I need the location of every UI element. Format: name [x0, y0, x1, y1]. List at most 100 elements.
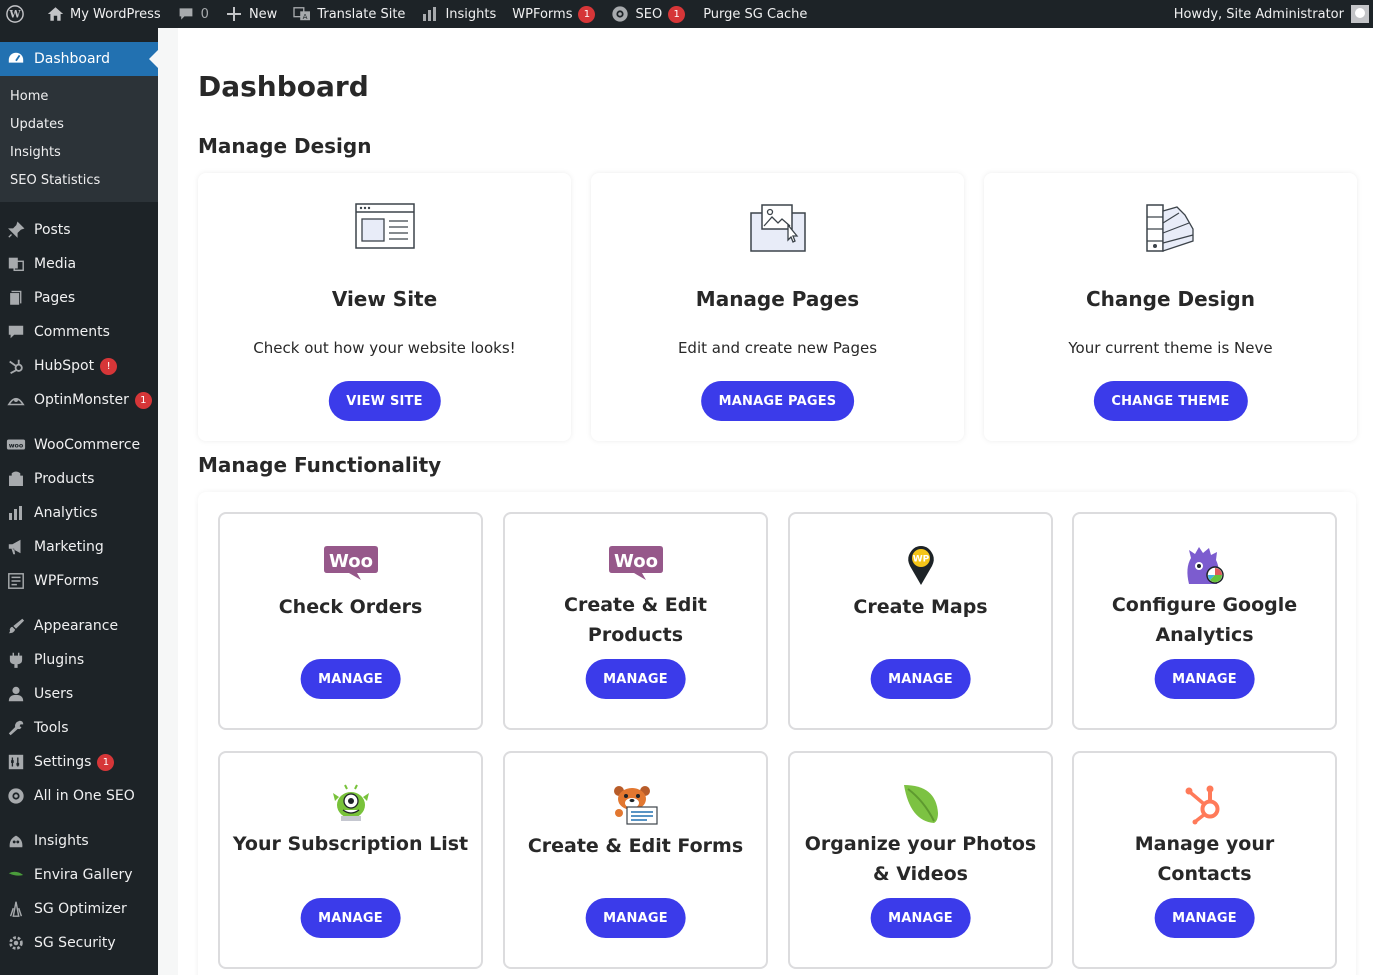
menu-hubspot[interactable]: HubSpot !	[0, 349, 158, 383]
leaf-icon	[6, 865, 26, 885]
optinmonster-mascot-icon	[327, 783, 375, 827]
new-content-menu[interactable]: New	[217, 0, 285, 28]
subscription-list-card: Your Subscription List MANAGE	[218, 751, 483, 969]
menu-plugins-label: Plugins	[34, 652, 85, 668]
comments-menu[interactable]: 0	[169, 0, 217, 28]
menu-woocommerce[interactable]: woo WooCommerce	[0, 428, 158, 462]
organize-photos-videos-title: Organize your Photos & Videos	[804, 833, 1037, 885]
menu-pages[interactable]: Pages	[0, 281, 158, 315]
menu-posts[interactable]: Posts	[0, 213, 158, 247]
menu-pages-label: Pages	[34, 290, 76, 306]
menu-insights[interactable]: Insights	[0, 824, 158, 858]
create-edit-products-manage-button[interactable]: MANAGE	[585, 659, 686, 699]
menu-users[interactable]: Users	[0, 677, 158, 711]
user-icon	[6, 684, 26, 704]
site-name: My WordPress	[70, 6, 161, 22]
menu-sg-security[interactable]: SG Security	[0, 926, 158, 960]
envira-leaf-icon	[900, 783, 942, 829]
dashboard-gauge-icon	[6, 49, 26, 69]
menu-plugins[interactable]: Plugins	[0, 643, 158, 677]
create-edit-products-card: Woo Create & Edit Products MANAGE	[503, 512, 768, 730]
submenu-seo-statistics[interactable]: SEO Statistics	[0, 166, 158, 194]
my-account-menu[interactable]: Howdy, Site Administrator	[1174, 5, 1373, 23]
menu-media[interactable]: Media	[0, 247, 158, 281]
menu-users-label: Users	[34, 686, 74, 702]
svg-text:Woo: Woo	[329, 551, 373, 572]
svg-text:W: W	[8, 10, 21, 21]
menu-wpforms[interactable]: WPForms	[0, 564, 158, 598]
manage-pages-desc: Edit and create new Pages	[677, 339, 878, 357]
wp-logo-menu[interactable]: W	[0, 0, 38, 28]
organize-photos-videos-card: Organize your Photos & Videos MANAGE	[788, 751, 1053, 969]
form-icon	[6, 571, 26, 591]
admin-sidebar: Dashboard Home Updates Insights SEO Stat…	[0, 28, 158, 975]
submenu-home[interactable]: Home	[0, 82, 158, 110]
purge-cache-menu[interactable]: Purge SG Cache	[693, 0, 815, 28]
manage-functionality-heading: Manage Functionality	[198, 453, 442, 477]
menu-comments[interactable]: Comments	[0, 315, 158, 349]
monster-insights-icon	[1183, 544, 1227, 590]
dashboard-submenu: Home Updates Insights SEO Statistics	[0, 76, 158, 202]
wpforms-bear-icon	[609, 783, 663, 829]
woo-logo-icon: Woo	[323, 544, 379, 586]
new-label: New	[248, 6, 278, 22]
translate-site-menu[interactable]: A Translate Site	[285, 0, 413, 28]
howdy-text: Howdy, Site Administrator	[1173, 6, 1344, 22]
menu-sg-optimizer[interactable]: SG Optimizer	[0, 892, 158, 926]
manage-contacts-title: Manage your Contacts	[1134, 833, 1275, 885]
manage-pages-button[interactable]: MANAGE PAGES	[700, 381, 855, 421]
translate-icon: A	[293, 5, 311, 23]
check-orders-manage-button[interactable]: MANAGE	[300, 659, 401, 699]
svg-text:WP: WP	[912, 555, 929, 565]
megaphone-icon	[6, 537, 26, 557]
submenu-updates[interactable]: Updates	[0, 110, 158, 138]
map-pin-icon: WP	[905, 544, 937, 590]
wordpress-logo-icon: W	[6, 5, 24, 23]
menu-products[interactable]: Products	[0, 462, 158, 496]
seo-menu[interactable]: SEO 1	[603, 0, 693, 28]
menu-analytics[interactable]: Analytics	[0, 496, 158, 530]
menu-tools[interactable]: Tools	[0, 711, 158, 745]
woo-logo-icon: Woo	[608, 544, 664, 586]
menu-dashboard[interactable]: Dashboard	[0, 42, 158, 76]
site-name-menu[interactable]: My WordPress	[38, 0, 169, 28]
menu-comments-label: Comments	[34, 324, 110, 340]
plug-icon	[6, 650, 26, 670]
menu-appearance[interactable]: Appearance	[0, 609, 158, 643]
sg-security-icon	[6, 933, 26, 953]
page-title: Dashboard	[198, 70, 369, 103]
change-theme-button[interactable]: CHANGE THEME	[1093, 381, 1248, 421]
menu-settings[interactable]: Settings 1	[0, 745, 158, 779]
create-maps-manage-button[interactable]: MANAGE	[870, 659, 971, 699]
menu-optinmonster[interactable]: OptinMonster 1	[0, 383, 158, 417]
bar-chart-icon	[421, 5, 439, 23]
subscription-list-title: Your Subscription List	[232, 833, 469, 855]
insights-menu[interactable]: Insights	[413, 0, 504, 28]
manage-contacts-card: Manage your Contacts MANAGE	[1072, 751, 1337, 969]
menu-marketing[interactable]: Marketing	[0, 530, 158, 564]
create-edit-forms-manage-button[interactable]: MANAGE	[585, 898, 686, 938]
check-orders-card: Woo Check Orders MANAGE	[218, 512, 483, 730]
view-site-button[interactable]: VIEW SITE	[328, 381, 441, 421]
wrench-icon	[6, 718, 26, 738]
comments-count: 0	[200, 6, 209, 22]
configure-google-analytics-manage-button[interactable]: MANAGE	[1154, 659, 1255, 699]
view-site-title: View Site	[331, 287, 438, 311]
menu-envira-gallery[interactable]: Envira Gallery	[0, 858, 158, 892]
subscription-list-manage-button[interactable]: MANAGE	[300, 898, 401, 938]
organize-photos-videos-manage-button[interactable]: MANAGE	[870, 898, 971, 938]
create-edit-products-title: Create & Edit Products	[564, 594, 707, 646]
image-page-icon	[748, 203, 808, 257]
menu-tools-label: Tools	[34, 720, 69, 736]
wpforms-menu[interactable]: WPForms 1	[504, 0, 603, 28]
manage-contacts-manage-button[interactable]: MANAGE	[1154, 898, 1255, 938]
hubspot-badge: !	[100, 357, 118, 375]
change-design-title: Change Design	[1086, 287, 1255, 311]
submenu-insights[interactable]: Insights	[0, 138, 158, 166]
admin-bar: W My WordPress 0 New A Translate Site In…	[0, 0, 1373, 28]
manage-pages-card: Manage Pages Edit and create new Pages M…	[591, 173, 964, 441]
change-design-card: Change Design Your current theme is Neve…	[984, 173, 1357, 441]
create-maps-title: Create Maps	[853, 596, 988, 618]
menu-all-in-one-seo[interactable]: All in One SEO	[0, 779, 158, 813]
manage-pages-title: Manage Pages	[695, 287, 860, 311]
